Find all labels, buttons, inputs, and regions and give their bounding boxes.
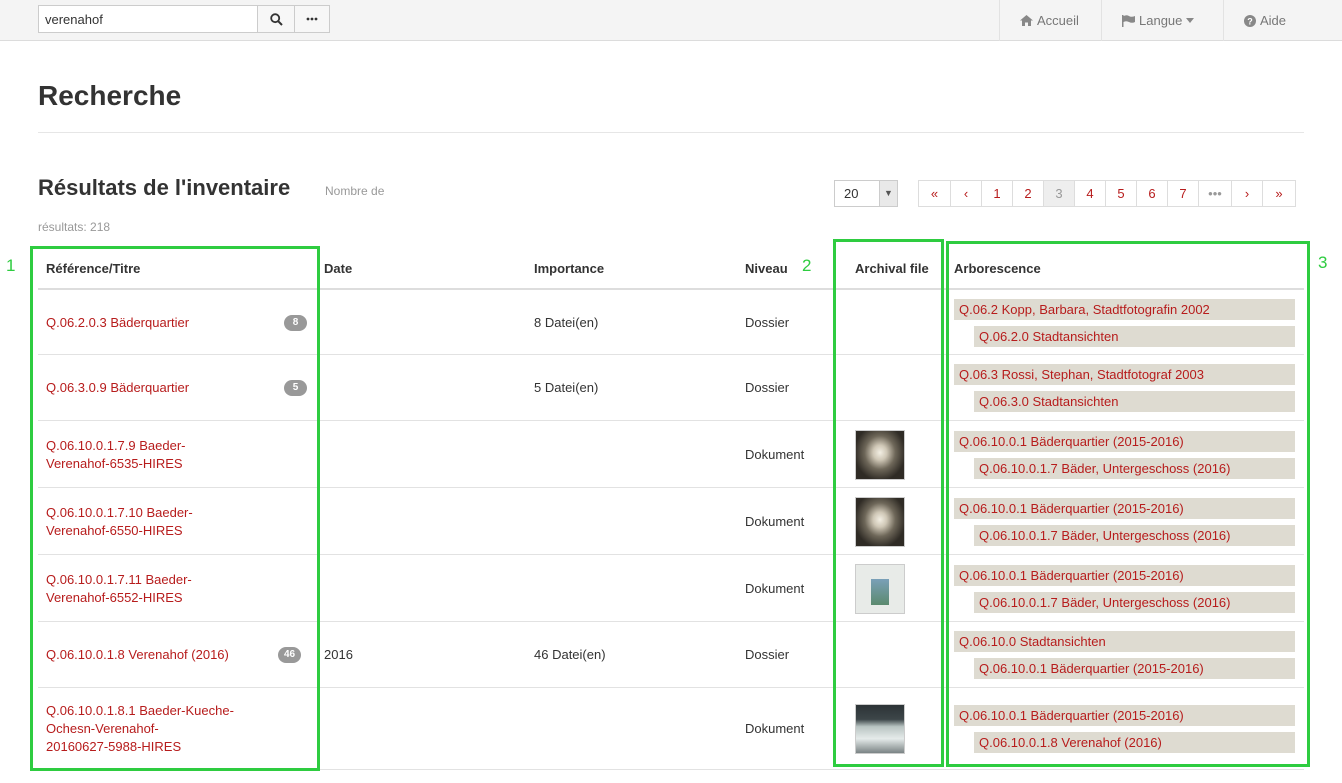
annotation-label-1: 1 (6, 256, 16, 275)
row-date: 2016 (324, 647, 353, 662)
results-count-value: résultats: 218 (38, 220, 111, 234)
caret-down-icon (1186, 18, 1195, 23)
pagination-item[interactable]: « (918, 180, 951, 207)
pagination-item[interactable]: 6 (1136, 180, 1168, 207)
header-importance[interactable]: Importance (534, 261, 604, 276)
pagination-item[interactable]: › (1231, 180, 1263, 207)
pagination-item[interactable]: 7 (1167, 180, 1199, 207)
annotation-box-3 (946, 241, 1310, 767)
search-button[interactable] (257, 5, 295, 33)
nav-language-dropdown[interactable]: Langue (1101, 0, 1223, 41)
annotation-label-2: 2 (802, 256, 812, 275)
row-level: Dokument (745, 513, 805, 529)
row-level: Dokument (745, 580, 805, 596)
annotation-box-1 (30, 246, 320, 771)
pagination-item[interactable]: 3 (1043, 180, 1075, 207)
pagination-ellipsis: ••• (1198, 180, 1232, 207)
ellipsis-icon (306, 17, 318, 21)
pagination: «‹ 1 2 3 4 5 6 7 ••• ›» (918, 180, 1296, 207)
svg-text:?: ? (1247, 16, 1253, 26)
row-level: Dossier (745, 380, 790, 395)
row-importance: 8 Datei(en) (534, 314, 599, 330)
row-level: Dossier (745, 647, 790, 662)
home-icon (1020, 15, 1033, 26)
pagination-item[interactable]: 1 (981, 180, 1013, 207)
row-level: Dossier (745, 314, 790, 330)
search-input[interactable] (38, 5, 258, 33)
nav-home[interactable]: Accueil (999, 0, 1101, 41)
pagination-item[interactable]: » (1262, 180, 1296, 207)
page-title: Recherche (38, 80, 182, 111)
pagination-item[interactable]: ‹ (950, 180, 982, 207)
row-importance: 5 Datei(en) (534, 380, 599, 395)
flag-icon (1122, 14, 1135, 27)
question-circle-icon: ? (1244, 14, 1256, 27)
per-page-select[interactable]: 20 ▼ (834, 180, 898, 207)
results-count-label: Nombre de (325, 184, 385, 198)
chevron-down-icon: ▼ (879, 181, 897, 206)
annotation-label-3: 3 (1318, 253, 1328, 272)
header-date[interactable]: Date (324, 261, 352, 276)
row-level: Dokument (745, 721, 805, 736)
divider (38, 132, 1304, 133)
nav-help-label: Aide (1260, 13, 1287, 28)
search-icon (269, 12, 283, 26)
pagination-item[interactable]: 5 (1105, 180, 1137, 207)
top-navbar: Accueil Langue ? Aide (0, 0, 1342, 41)
nav-help[interactable]: ? Aide (1223, 0, 1342, 41)
results-title: Résultats de l'inventaire (38, 175, 291, 200)
pagination-item[interactable]: 4 (1074, 180, 1106, 207)
advanced-search-button[interactable] (294, 5, 330, 33)
nav-language-label: Langue (1139, 13, 1183, 28)
header-level[interactable]: Niveau (745, 261, 788, 276)
row-importance: 46 Datei(en) (534, 647, 606, 662)
per-page-value: 20 (844, 186, 859, 201)
row-level: Dokument (745, 446, 805, 462)
annotation-box-2 (833, 239, 944, 767)
pagination-item[interactable]: 2 (1012, 180, 1044, 207)
nav-home-label: Accueil (1037, 13, 1079, 28)
